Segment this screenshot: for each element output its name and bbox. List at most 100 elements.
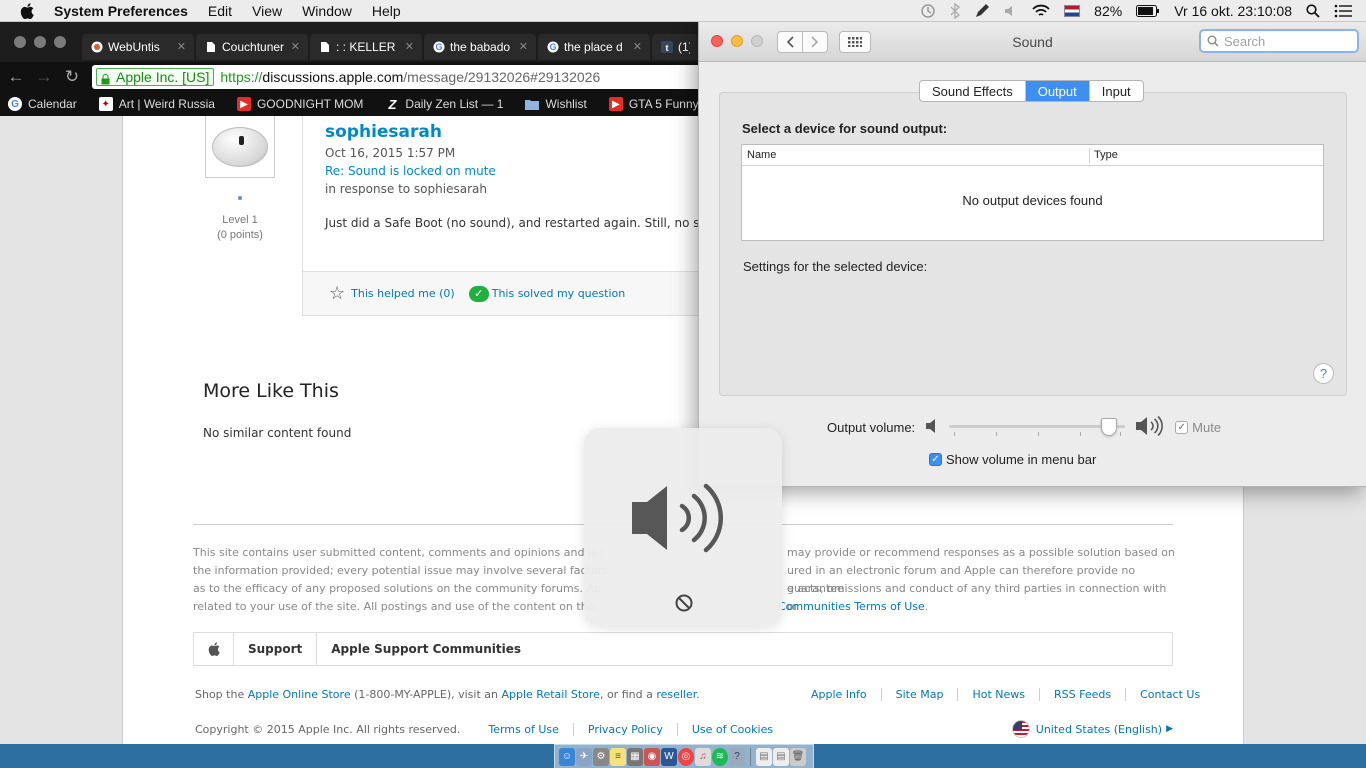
settings-label: Settings for the selected device: <box>743 259 928 274</box>
breadcrumb: Support Apple Support Communities <box>193 632 1173 666</box>
contact-us-link[interactable]: Contact Us <box>1125 688 1214 701</box>
tab-output[interactable]: Output <box>1024 81 1089 101</box>
folder-icon <box>525 97 540 111</box>
cookies-link[interactable]: Use of Cookies <box>676 723 787 736</box>
browser-tab[interactable]: t (1) T <box>652 34 698 60</box>
output-device-table[interactable]: Name Type No output devices found <box>741 144 1324 241</box>
battery-status[interactable]: 82% <box>1094 3 1122 19</box>
bookmark-item[interactable]: ▶ GOODNIGHT MOM <box>236 97 363 111</box>
menu-edit[interactable]: Edit <box>208 3 232 19</box>
volume-slider-thumb[interactable] <box>1101 418 1118 436</box>
tab-close-icon[interactable]: ✕ <box>633 40 642 53</box>
menu-help[interactable]: Help <box>372 3 401 19</box>
locale-selector[interactable]: United States (English) ▶ <box>1011 720 1173 738</box>
forward-arrow-icon[interactable]: → <box>32 65 56 89</box>
help-app-icon[interactable]: ? <box>729 747 745 766</box>
speaker-low-icon <box>925 418 939 437</box>
browser-tab[interactable]: G the babado ✕ <box>424 34 536 60</box>
apple-logo-icon[interactable] <box>194 633 234 665</box>
bookmark-item[interactable]: Z Daily Zen List — 1 <box>385 97 503 112</box>
post-subject-link[interactable]: Re: Sound is locked on mute <box>325 164 496 178</box>
spotlight-icon[interactable] <box>1306 4 1320 18</box>
browser-tab[interactable]: : : KELLER ✕ <box>310 34 422 60</box>
column-type[interactable]: Type <box>1094 149 1118 161</box>
system-preferences-icon[interactable]: ⚙ <box>593 747 609 766</box>
more-like-this-title: More Like This <box>203 380 339 402</box>
time-machine-icon[interactable] <box>920 3 936 19</box>
bookmark-item[interactable]: G Calendar <box>8 97 77 111</box>
device-heading: Select a device for sound output: <box>742 121 948 136</box>
google-icon: G <box>546 40 560 54</box>
online-store-link[interactable]: Apple Online Store <box>248 688 351 701</box>
help-button[interactable]: ? <box>1313 363 1334 384</box>
privacy-link[interactable]: Privacy Policy <box>572 723 677 736</box>
output-volume-slider[interactable] <box>949 416 1126 438</box>
apple-info-link[interactable]: Apple Info <box>797 688 881 701</box>
document-icon[interactable]: ▤ <box>773 747 789 766</box>
tab-close-icon[interactable]: ✕ <box>177 40 186 53</box>
tab-close-icon[interactable]: ✕ <box>519 40 528 53</box>
hot-news-link[interactable]: Hot News <box>957 688 1039 701</box>
author-name[interactable]: sophiesarah <box>325 122 442 142</box>
finder-icon[interactable]: ☺ <box>559 747 575 766</box>
pen-icon[interactable] <box>974 3 990 19</box>
reload-icon[interactable]: ↻ <box>60 65 84 89</box>
column-name[interactable]: Name <box>747 149 776 161</box>
terms-link[interactable]: Terms of Use <box>474 723 573 736</box>
volume-menu-icon[interactable] <box>1004 4 1018 18</box>
chrome-icon[interactable]: ◎ <box>678 747 694 766</box>
apple-menu-icon[interactable] <box>20 2 38 19</box>
ev-certificate-badge[interactable]: Apple Inc. [US] <box>96 68 215 86</box>
input-source-flag-icon[interactable] <box>1064 5 1081 17</box>
menu-window[interactable]: Window <box>302 3 352 19</box>
itunes-icon[interactable]: ♫ <box>695 747 711 766</box>
word-icon[interactable]: W <box>661 747 677 766</box>
menu-app-name[interactable]: System Preferences <box>54 3 188 19</box>
breadcrumb-communities[interactable]: Apple Support Communities <box>317 633 535 665</box>
menu-bar: System Preferences Edit View Window Help… <box>0 0 1366 22</box>
notification-center-icon[interactable] <box>1334 4 1352 18</box>
solved-button[interactable]: ✓ This solved my question <box>468 285 625 302</box>
browser-tab[interactable]: Couchtuner ✕ <box>196 34 308 60</box>
mute-checkbox[interactable]: ✓ Mute <box>1175 420 1221 435</box>
browser-tab[interactable]: G the place d ✕ <box>538 34 650 60</box>
tab-sound-effects[interactable]: Sound Effects <box>920 81 1025 101</box>
browser-minimize-button[interactable] <box>34 36 46 48</box>
trash-icon[interactable]: 🗑 <box>790 747 806 766</box>
site-map-link[interactable]: Site Map <box>880 688 958 701</box>
bookmark-item[interactable]: ✦ Art | Weird Russia <box>98 97 215 111</box>
terms-of-use-link[interactable]: Communities Terms of Use <box>778 600 925 613</box>
browser-close-button[interactable] <box>14 36 26 48</box>
spotify-icon[interactable]: ≋ <box>712 747 728 766</box>
avatar[interactable] <box>205 116 275 178</box>
wifi-icon[interactable] <box>1032 4 1050 18</box>
breadcrumb-support[interactable]: Support <box>234 633 318 665</box>
helped-button[interactable]: ☆ This helped me (0) <box>329 283 455 304</box>
battery-icon <box>1136 5 1160 17</box>
browser-zoom-button[interactable] <box>54 36 66 48</box>
back-arrow-icon[interactable]: ← <box>4 65 28 89</box>
calculator-icon[interactable]: ▦ <box>627 747 643 766</box>
retail-store-link[interactable]: Apple Retail Store <box>501 688 599 701</box>
tab-input[interactable]: Input <box>1088 81 1143 101</box>
address-bar[interactable]: Apple Inc. [US] https://discussions.appl… <box>92 65 702 89</box>
rss-feeds-link[interactable]: RSS Feeds <box>1039 688 1125 701</box>
tab-close-icon[interactable]: ✕ <box>405 40 414 53</box>
segmented-tabs: Sound Effects Output Input <box>919 80 1144 102</box>
tab-close-icon[interactable]: ✕ <box>291 40 300 53</box>
search-field[interactable] <box>1199 29 1359 53</box>
bluetooth-icon[interactable] <box>950 3 961 19</box>
bookmark-item[interactable]: Wishlist <box>525 97 587 111</box>
search-input[interactable] <box>1224 33 1352 49</box>
reseller-link[interactable]: reseller <box>656 688 696 701</box>
notes-icon[interactable]: ≡ <box>610 747 626 766</box>
show-volume-checkbox[interactable]: ✓ Show volume in menu bar <box>929 452 1096 467</box>
browser-tab[interactable]: WebUntis ✕ <box>82 34 194 60</box>
launchpad-icon[interactable]: ✈ <box>576 747 592 766</box>
menu-view[interactable]: View <box>252 3 282 19</box>
photo-booth-icon[interactable]: ◉ <box>644 747 660 766</box>
document-icon[interactable]: ▤ <box>756 747 772 766</box>
bookmark-item[interactable]: ▶ GTA 5 Funny <box>608 97 699 111</box>
url-text[interactable]: https://discussions.apple.com/message/29… <box>220 69 600 85</box>
clock[interactable]: Vr 16 okt. 23:10:08 <box>1174 3 1292 19</box>
